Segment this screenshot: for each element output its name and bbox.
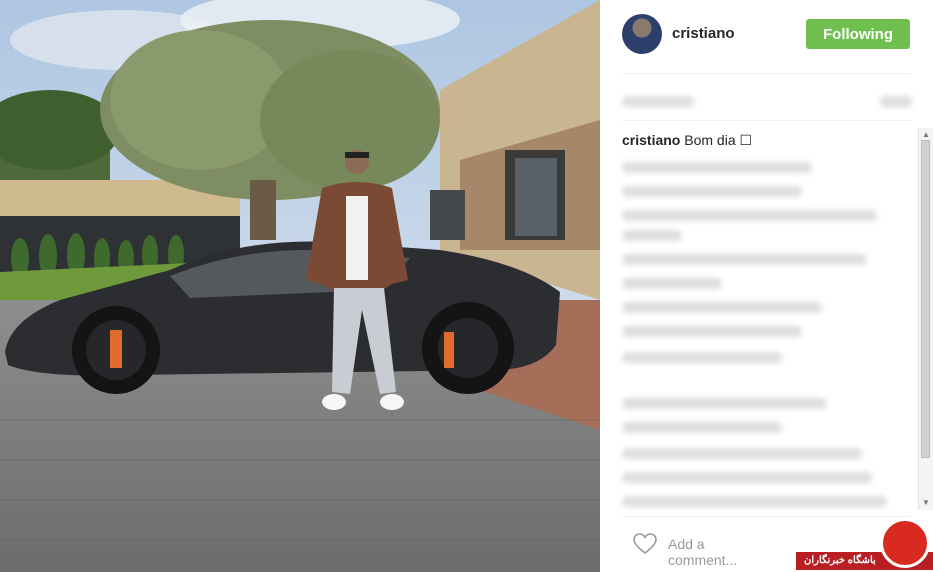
comment-blurred: [622, 210, 877, 221]
comment-blurred: [622, 326, 802, 337]
watermark-logo: باشگاه خبرنگاران: [796, 516, 933, 572]
watermark-emblem: [880, 518, 930, 568]
photo-image: [0, 0, 600, 572]
following-button[interactable]: Following: [806, 19, 910, 49]
comment-blurred: [622, 302, 822, 313]
add-comment-input[interactable]: Add a comment...: [668, 536, 737, 568]
comments-scrollbar[interactable]: ▲ ▼: [918, 128, 933, 510]
post-header: cristiano Following: [622, 14, 912, 54]
scroll-down-icon[interactable]: ▼: [922, 498, 930, 507]
avatar[interactable]: [622, 14, 662, 54]
header-divider: [622, 73, 910, 74]
heart-icon[interactable]: [632, 532, 658, 561]
comment-blurred: [622, 398, 827, 409]
comment-blurred: [622, 448, 862, 459]
comment-blurred: [622, 186, 802, 197]
comment-blurred: [622, 352, 782, 363]
caption-text: Bom dia ☐: [684, 132, 753, 148]
likes-count-blurred: [622, 96, 694, 107]
stats-divider: [622, 120, 910, 121]
scrollbar-thumb[interactable]: [921, 140, 930, 458]
post-time-blurred: [880, 96, 912, 107]
post-side-panel: cristiano Following cristiano Bom dia ☐ …: [600, 0, 933, 572]
caption-username[interactable]: cristiano: [622, 132, 680, 148]
username-link[interactable]: cristiano: [672, 25, 735, 42]
comment-blurred: [622, 278, 722, 289]
comment-blurred: [622, 254, 867, 265]
post-photo: [0, 0, 600, 572]
scroll-up-icon[interactable]: ▲: [922, 130, 930, 139]
watermark-text: باشگاه خبرنگاران: [804, 555, 876, 566]
comment-blurred: [622, 162, 812, 173]
comment-blurred: [622, 496, 887, 507]
comment-blurred: [622, 422, 782, 433]
comment-blurred: [622, 472, 872, 483]
comment-blurred: [622, 230, 682, 241]
post-caption: cristiano Bom dia ☐: [622, 132, 752, 149]
